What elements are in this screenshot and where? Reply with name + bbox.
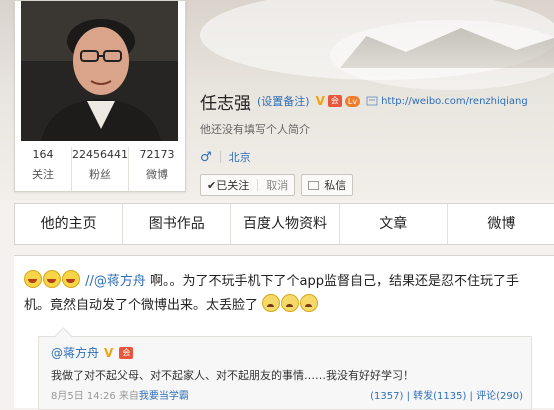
divider [257,179,259,191]
check-icon: ✔ [207,178,217,192]
profile-nav: 他的主页 图书作品 百度人物资料 文章 微博 [14,203,554,245]
cry-emoji-icon [281,294,300,312]
verified-icon: V [104,345,114,360]
profile-info: 任志强 (设置备注) V 会 Lv http://weibo.com/renzh… [200,88,554,196]
vip-icon: 会 [327,95,342,107]
source-prefix: 来自 [118,391,139,402]
repost-date[interactable]: 8月5日 14:26 [51,391,116,402]
stat-label: 粉丝 [89,168,111,181]
set-remark-link[interactable]: (设置备注) [257,93,310,109]
avatar[interactable] [21,1,178,141]
repost-author-name: @蒋方舟 [51,346,100,360]
tab-articles[interactable]: 文章 [340,204,448,244]
cry-emoji-icon [300,294,319,312]
profile-bio: 他还没有填写个人简介 [200,123,310,136]
cry-emoji-icon [262,294,281,312]
repost-author[interactable]: @蒋方舟 V 会 [51,344,134,361]
follow-status-label: 已关注 [216,179,250,192]
profile-actions: ✔ 已关注 取消 私信 [200,174,554,196]
level-icon: Lv [344,95,361,107]
stat-following[interactable]: 164 关注 [15,147,72,191]
post-text-part1: 啊。。为了不玩手机下了个app监督自己，结果还是忍不住玩了手 [150,274,520,289]
repost-meta: 8月5日 14:26 来自我要当学霸 [51,387,189,402]
location-row: ♂ 北京 [200,149,554,165]
repost-counts[interactable]: (1357) | 转发(1135) | 评论(290) [370,387,523,402]
laugh-emoji-icon [62,270,80,288]
follow-status-button[interactable]: ✔ 已关注 取消 [200,174,296,196]
name-row: 任志强 (设置备注) V 会 Lv http://weibo.com/renzh… [200,88,554,114]
profile-name: 任志强 [200,93,251,114]
profile-card: 164 关注 22456441 粉丝 72173 微博 [14,0,186,192]
repost-box: @蒋方舟 V 会 我做了对不起父母、对不起家人、对不起朋友的事情……我没有好好学… [38,327,532,410]
profile-stats: 164 关注 22456441 粉丝 72173 微博 [15,147,185,191]
envelope-icon [308,180,320,190]
stat-value: 22456441 [72,148,128,161]
stat-value: 164 [32,148,54,161]
source-link[interactable]: 我要当学霸 [139,391,189,402]
tab-weibo[interactable]: 微博 [448,204,554,244]
laugh-emoji-icon [43,270,61,288]
feed: //@蒋方舟 啊。。为了不玩手机下了个app监督自己，结果还是忍不住玩了手 机。… [14,255,554,410]
laugh-emoji-icon [24,270,42,288]
profile-url-text: http://weibo.com/renzhiqiang [381,95,528,107]
mention-link[interactable]: //@蒋方舟 [85,274,146,289]
message-label: 私信 [324,179,347,192]
repost-text: 我做了对不起父母、对不起家人、对不起朋友的事情……我没有好好学习！ [51,369,414,382]
divider [219,151,221,163]
stat-value: 72173 [139,148,175,161]
message-button[interactable]: 私信 [301,174,354,196]
profile-url[interactable]: http://weibo.com/renzhiqiang [366,96,528,107]
stat-label: 关注 [32,168,54,181]
repost-arrow [54,327,73,346]
post-text: //@蒋方舟 啊。。为了不玩手机下了个app监督自己，结果还是忍不住玩了手 机。… [24,270,544,318]
link-icon [366,96,378,106]
unfollow-button[interactable]: 取消 [266,177,288,193]
tab-baidu-profile[interactable]: 百度人物资料 [231,204,340,244]
tab-books[interactable]: 图书作品 [123,204,232,244]
stat-label: 微博 [146,168,168,181]
profile-city[interactable]: 北京 [229,149,251,165]
male-icon: ♂ [200,149,212,165]
stat-posts[interactable]: 72173 微博 [129,147,185,191]
tab-home[interactable]: 他的主页 [15,204,124,244]
stat-followers[interactable]: 22456441 粉丝 [72,147,129,191]
vip-icon: 会 [119,346,134,359]
verified-icon: V [315,94,325,108]
post-text-part2: 机。竟然自动发了个微博出来。太丢脸了 [24,298,259,313]
